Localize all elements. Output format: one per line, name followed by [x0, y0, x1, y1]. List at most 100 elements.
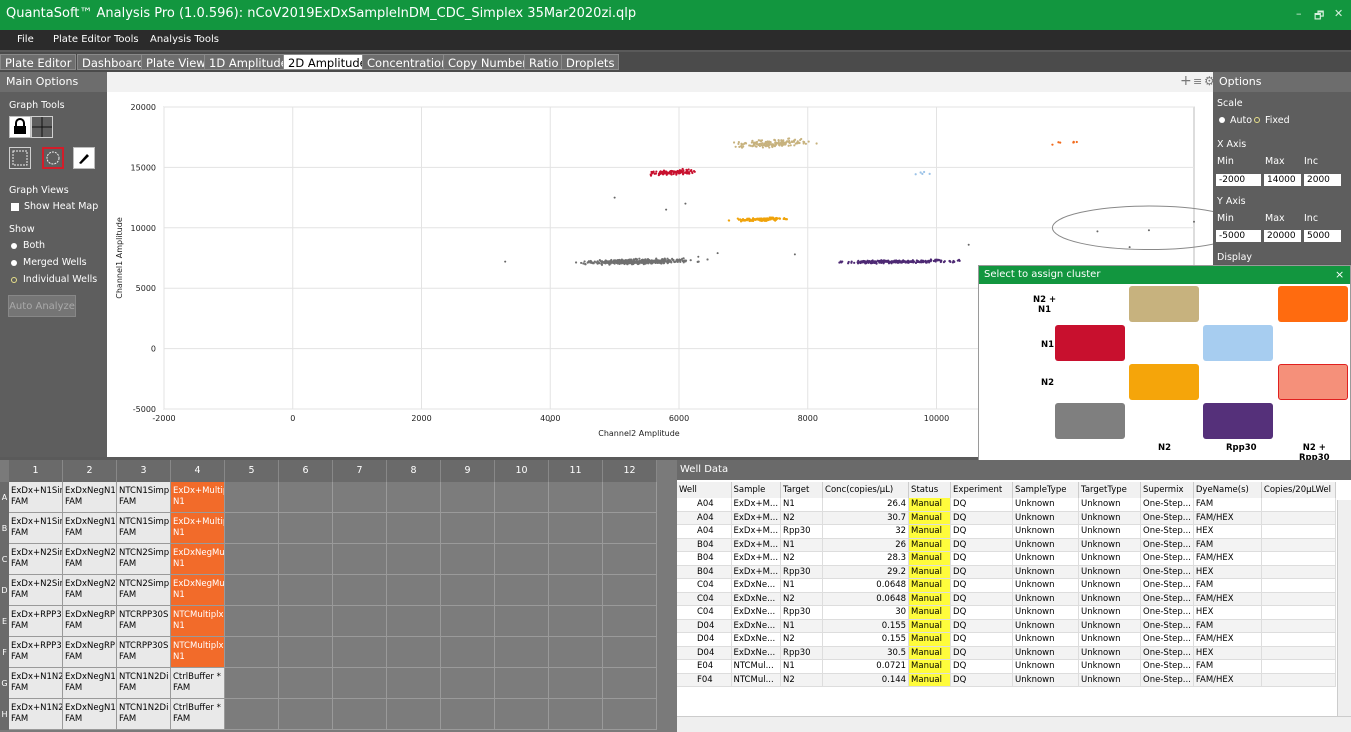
- horizontal-scrollbar[interactable]: [677, 716, 1351, 732]
- plate-well[interactable]: [549, 482, 603, 513]
- plate-column-header[interactable]: 2: [63, 460, 117, 482]
- x-max-input[interactable]: 14000: [1264, 174, 1301, 186]
- x-inc-input[interactable]: 2000: [1304, 174, 1341, 186]
- plate-well[interactable]: [279, 668, 333, 699]
- tab-copy-number[interactable]: Copy Number: [443, 54, 533, 70]
- plate-well[interactable]: [549, 544, 603, 575]
- restore-button[interactable]: 🗗: [1314, 7, 1324, 26]
- plate-well[interactable]: ExDxNegRP FAM: [63, 637, 117, 668]
- plate-well[interactable]: [549, 637, 603, 668]
- plate-well[interactable]: NTCN1Simp FAM: [117, 513, 171, 544]
- column-header[interactable]: Sample: [731, 482, 782, 498]
- plate-well[interactable]: [333, 606, 387, 637]
- radio-individual-wells[interactable]: [11, 277, 17, 283]
- radio-auto[interactable]: [1219, 117, 1225, 123]
- plate-well[interactable]: ExDx+N1Sir FAM: [9, 482, 63, 513]
- plate-well[interactable]: [333, 637, 387, 668]
- radio-merged-wells[interactable]: [11, 260, 17, 266]
- column-header[interactable]: TargetType: [1078, 482, 1142, 498]
- plate-row-header[interactable]: D: [0, 575, 9, 606]
- plate-well[interactable]: NTCMultiplx N1: [171, 606, 225, 637]
- cluster-rpp30-button[interactable]: [1203, 403, 1273, 439]
- plate-row-header[interactable]: E: [0, 606, 9, 637]
- plate-well[interactable]: [495, 637, 549, 668]
- plate-well[interactable]: [333, 699, 387, 730]
- table-row[interactable]: B04 ExDx+M... N2 28.3 Manual DQ Unknown Unknown…: [677, 551, 1336, 566]
- plate-well[interactable]: [387, 544, 441, 575]
- plate-well[interactable]: ExDx+N2Sir FAM: [9, 575, 63, 606]
- table-row[interactable]: F04 NTCMul... N2 0.144 Manual DQ Unknown Unknow…: [677, 673, 1336, 687]
- plate-well[interactable]: [225, 544, 279, 575]
- column-header[interactable]: Well: [677, 482, 732, 498]
- plate-well[interactable]: ExDx+RPP30 FAM: [9, 606, 63, 637]
- plate-column-header[interactable]: 10: [495, 460, 549, 482]
- close-button[interactable]: ✕: [1334, 7, 1343, 20]
- x-min-input[interactable]: -2000: [1216, 174, 1261, 186]
- table-row[interactable]: D04 ExDxNe... N1 0.155 Manual DQ Unknown Unknow…: [677, 619, 1336, 633]
- plate-well[interactable]: [495, 575, 549, 606]
- plate-column-header[interactable]: 12: [603, 460, 657, 482]
- cluster-n1-button[interactable]: [1055, 325, 1125, 361]
- column-header[interactable]: Experiment: [950, 482, 1014, 498]
- column-header[interactable]: Copies/20µLWel: [1261, 482, 1336, 498]
- plate-well[interactable]: [549, 606, 603, 637]
- plate-well[interactable]: ExDxNegMu N1: [171, 544, 225, 575]
- tab-concentration[interactable]: Concentration: [362, 54, 454, 70]
- plate-well[interactable]: [279, 575, 333, 606]
- plate-row-header[interactable]: F: [0, 637, 9, 668]
- plate-well[interactable]: NTCN2Simp FAM: [117, 544, 171, 575]
- plate-well[interactable]: [549, 699, 603, 730]
- plate-well[interactable]: [387, 699, 441, 730]
- plate-well[interactable]: [549, 513, 603, 544]
- plate-well[interactable]: ExDx+Multip N1: [171, 482, 225, 513]
- plate-well[interactable]: [441, 637, 495, 668]
- plate-well[interactable]: NTCN1Simp FAM: [117, 482, 171, 513]
- radio-fixed[interactable]: [1254, 117, 1260, 123]
- plate-well[interactable]: [603, 544, 657, 575]
- table-row[interactable]: D04 ExDxNe... Rpp30 30.5 Manual DQ Unknown Unkn…: [677, 646, 1336, 660]
- y-min-input[interactable]: -5000: [1216, 230, 1261, 242]
- table-row[interactable]: C04 ExDxNe... N1 0.0648 Manual DQ Unknown Unkno…: [677, 578, 1336, 593]
- plate-well[interactable]: [603, 575, 657, 606]
- tab-plate-view[interactable]: Plate View: [141, 54, 211, 70]
- plate-well[interactable]: ExDx+N1N2 FAM: [9, 668, 63, 699]
- plate-well[interactable]: [387, 575, 441, 606]
- plate-column-header[interactable]: 3: [117, 460, 171, 482]
- plate-well[interactable]: [279, 513, 333, 544]
- plate-well[interactable]: [333, 482, 387, 513]
- plate-column-header[interactable]: 8: [387, 460, 441, 482]
- plate-well[interactable]: [225, 575, 279, 606]
- plate-well[interactable]: [549, 575, 603, 606]
- plate-well[interactable]: [387, 668, 441, 699]
- plate-well[interactable]: [495, 513, 549, 544]
- tab-droplets[interactable]: Droplets: [561, 54, 620, 70]
- plate-well[interactable]: [441, 668, 495, 699]
- column-header[interactable]: Target: [780, 482, 824, 498]
- tab-ratio[interactable]: Ratio: [524, 54, 564, 70]
- plate-well[interactable]: NTCN2Simp FAM: [117, 575, 171, 606]
- plate-well[interactable]: CtrlBuffer * FAM: [171, 699, 225, 730]
- plate-well[interactable]: ExDxNegN1 FAM: [63, 699, 117, 730]
- menu-file[interactable]: File: [17, 34, 34, 45]
- plate-well[interactable]: [387, 637, 441, 668]
- plate-column-header[interactable]: 5: [225, 460, 279, 482]
- plate-well[interactable]: [495, 699, 549, 730]
- plate-well[interactable]: [603, 482, 657, 513]
- menu-analysis-tools[interactable]: Analysis Tools: [150, 34, 219, 45]
- plate-well[interactable]: [387, 513, 441, 544]
- cluster-n2-button[interactable]: [1129, 364, 1199, 400]
- plate-well[interactable]: [387, 606, 441, 637]
- tab-dashboard[interactable]: Dashboard: [77, 54, 150, 70]
- plate-well[interactable]: [279, 637, 333, 668]
- plate-well[interactable]: ExDx+Multip N1: [171, 513, 225, 544]
- plate-well[interactable]: [333, 513, 387, 544]
- plate-well[interactable]: [441, 482, 495, 513]
- table-row[interactable]: B04 ExDx+M... Rpp30 29.2 Manual DQ Unknown Unkn…: [677, 565, 1336, 579]
- plate-well[interactable]: [549, 668, 603, 699]
- plate-well[interactable]: [333, 575, 387, 606]
- plate-well[interactable]: ExDxNegMu N1: [171, 575, 225, 606]
- column-header[interactable]: SampleType: [1012, 482, 1080, 498]
- column-header[interactable]: Conc(copies/µL): [822, 482, 910, 498]
- plate-well[interactable]: ExDx+N1N2 FAM: [9, 699, 63, 730]
- plate-row-header[interactable]: G: [0, 668, 9, 699]
